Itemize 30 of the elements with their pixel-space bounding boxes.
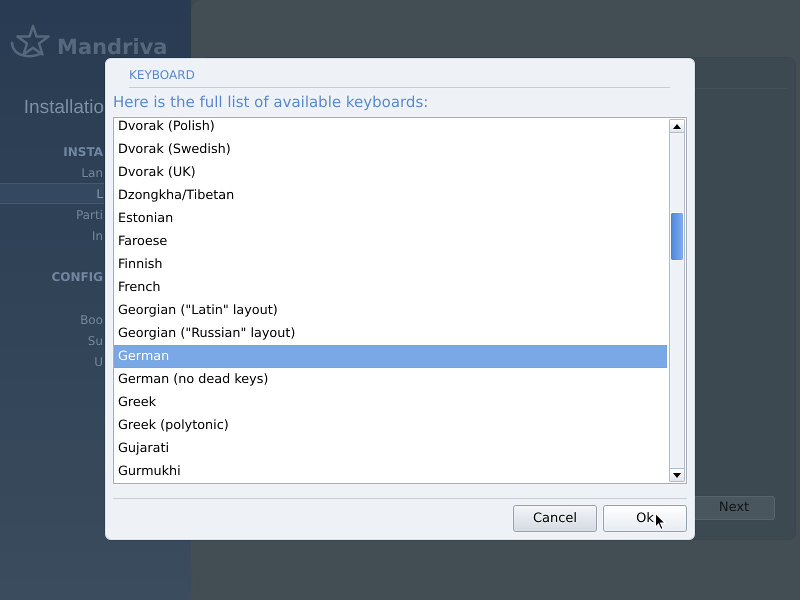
scroll-down-button[interactable] <box>670 468 684 481</box>
keyboard-list-item[interactable]: Estonian <box>114 207 667 230</box>
scrollbar-thumb[interactable] <box>671 213 683 260</box>
sidebar-heading: CONFIG <box>51 269 103 286</box>
keyboard-list-item[interactable]: German (no dead keys) <box>114 368 667 391</box>
keyboard-list-item[interactable]: Faroese <box>114 230 667 253</box>
star-logo-icon <box>10 24 52 60</box>
keyboard-list-item[interactable]: Dzongkha/Tibetan <box>114 184 667 207</box>
keyboard-list-item[interactable]: Georgian ("Latin" layout) <box>114 299 667 322</box>
sidebar-heading: INSTA <box>63 144 103 161</box>
keyboard-list-item[interactable]: Dvorak (Swedish) <box>114 138 667 161</box>
keyboard-list-item[interactable]: Gujarati <box>114 437 667 460</box>
scrollbar[interactable] <box>669 119 685 482</box>
keyboard-list-item[interactable]: Greek <box>114 391 667 414</box>
down-arrow-icon <box>673 472 681 478</box>
dialog-title: KEYBOARD <box>129 67 195 84</box>
up-arrow-icon <box>673 124 681 128</box>
dialog-button[interactable]: Cancel <box>513 505 597 532</box>
sidebar-title: Installatio <box>24 98 104 116</box>
dialog-button[interactable]: Ok <box>603 505 687 532</box>
dialog-prompt: Here is the full list of available keyboards: <box>113 93 428 112</box>
keyboard-list-item[interactable]: French <box>114 276 667 299</box>
keyboard-list-item[interactable]: Dvorak (UK) <box>114 161 667 184</box>
keyboard-list-item[interactable]: Finnish <box>114 253 667 276</box>
keyboard-list-item[interactable]: Dvorak (Polish) <box>114 118 667 138</box>
scroll-up-button[interactable] <box>670 120 684 133</box>
mouse-pointer-icon <box>655 513 666 530</box>
keyboard-list-item[interactable]: Georgian ("Russian" layout) <box>114 322 667 345</box>
keyboard-list-item[interactable]: Gurmukhi <box>114 460 667 483</box>
keyboard-list-item[interactable]: Greek (polytonic) <box>114 414 667 437</box>
